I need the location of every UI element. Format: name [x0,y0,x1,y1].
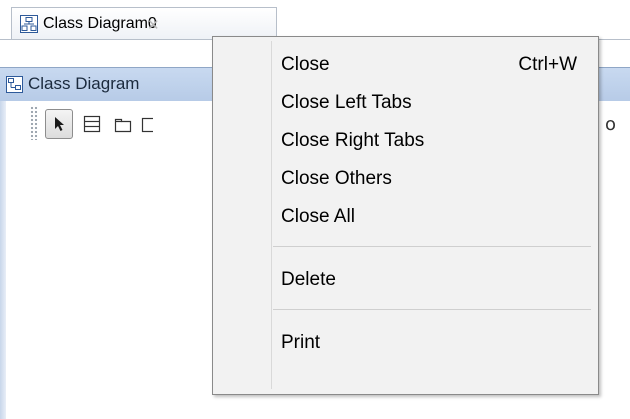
menu-separator [273,246,591,247]
menu-item-close-others[interactable]: Close Others [214,160,597,196]
class-diagram-icon [20,15,38,33]
tab-title: Class Diagram0 [43,15,157,32]
toolbar-trailing-glyph: o [605,114,617,135]
menu-item-close-left-tabs[interactable]: Close Left Tabs [214,84,597,120]
class-box-icon [83,115,101,133]
editor-title: Class Diagram [28,74,140,93]
menu-item-label: Close Left Tabs [281,92,412,113]
package-tool-button[interactable] [109,109,137,139]
toolbar-grip-handle[interactable] [30,106,38,140]
menu-item-label: Close [281,54,330,75]
folder-package-icon [114,118,132,133]
class-tool-button[interactable] [78,109,106,139]
box-icon [141,117,153,133]
arrow-pointer-icon [55,117,64,131]
menu-item-print[interactable]: Print [214,324,597,360]
close-icon[interactable]: ✕ [147,16,160,34]
menu-item-shortcut: Ctrl+W [518,54,577,75]
app-window: Class Diagram0 ✕ Class Diagram o Close C… [0,0,630,419]
menu-item-close[interactable]: Close Ctrl+W [214,46,597,82]
diagram-frame-icon [6,76,23,93]
select-tool-button[interactable] [45,109,73,139]
tab-context-menu: Close Ctrl+W Close Left Tabs Close Right… [212,36,599,395]
menu-item-label: Delete [281,269,336,290]
menu-item-label: Close All [281,206,355,227]
menu-separator [273,309,591,310]
menu-item-close-all[interactable]: Close All [214,198,597,234]
menu-item-label: Close Right Tabs [281,130,425,151]
menu-item-delete[interactable]: Delete [214,261,597,297]
menu-item-label: Close Others [281,168,392,189]
menu-item-label: Print [281,332,321,353]
menu-item-close-right-tabs[interactable]: Close Right Tabs [214,122,597,158]
partial-tool-button[interactable] [139,109,153,139]
